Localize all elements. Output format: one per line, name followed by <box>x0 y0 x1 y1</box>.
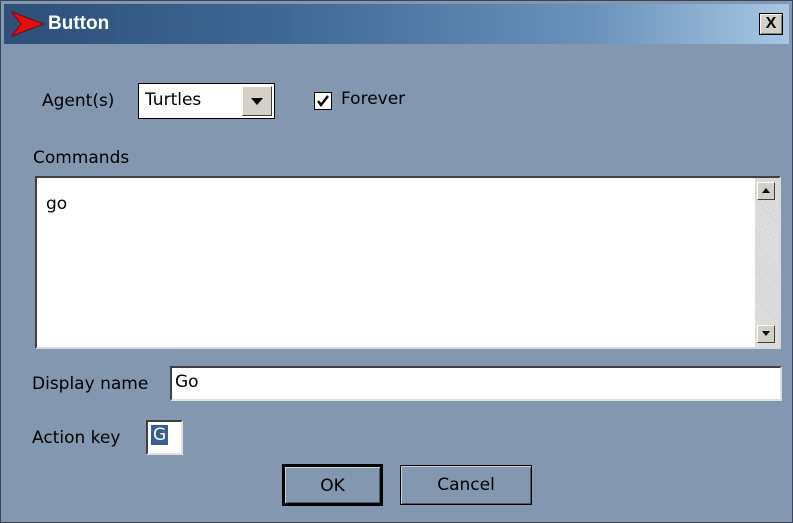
display-name-field[interactable]: Go <box>170 366 782 401</box>
forever-label: Forever <box>341 89 406 109</box>
window-title: Button <box>48 13 110 34</box>
ok-button[interactable]: OK <box>282 464 383 506</box>
button-dialog: Button X Agent(s) Turtles Forever Comman… <box>0 0 793 523</box>
title-bar[interactable]: Button X <box>4 4 789 44</box>
forever-checkbox[interactable] <box>314 92 332 110</box>
close-button[interactable]: X <box>759 13 783 35</box>
cancel-button[interactable]: Cancel <box>400 465 532 505</box>
agents-selected-value: Turtles <box>145 90 202 110</box>
agents-dropdown-button[interactable] <box>242 86 272 116</box>
action-key-label: Action key <box>32 428 121 448</box>
agents-select[interactable]: Turtles <box>138 83 275 119</box>
commands-label: Commands <box>33 148 130 168</box>
action-key-field[interactable]: G <box>146 420 183 455</box>
commands-textarea[interactable]: go <box>35 176 781 349</box>
chevron-down-icon <box>762 331 770 336</box>
red-arrow-icon <box>10 11 46 37</box>
action-key-value: G <box>151 425 169 445</box>
commands-scrollbar[interactable] <box>755 178 779 347</box>
display-name-label: Display name <box>32 374 149 394</box>
chevron-down-icon <box>251 98 263 105</box>
display-name-value: Go <box>175 372 199 392</box>
chevron-up-icon <box>762 188 770 193</box>
agents-label: Agent(s) <box>42 91 115 111</box>
commands-text: go <box>46 194 68 214</box>
checkmark-icon <box>317 95 329 107</box>
scroll-down-button[interactable] <box>757 325 775 343</box>
scroll-up-button[interactable] <box>757 182 775 200</box>
